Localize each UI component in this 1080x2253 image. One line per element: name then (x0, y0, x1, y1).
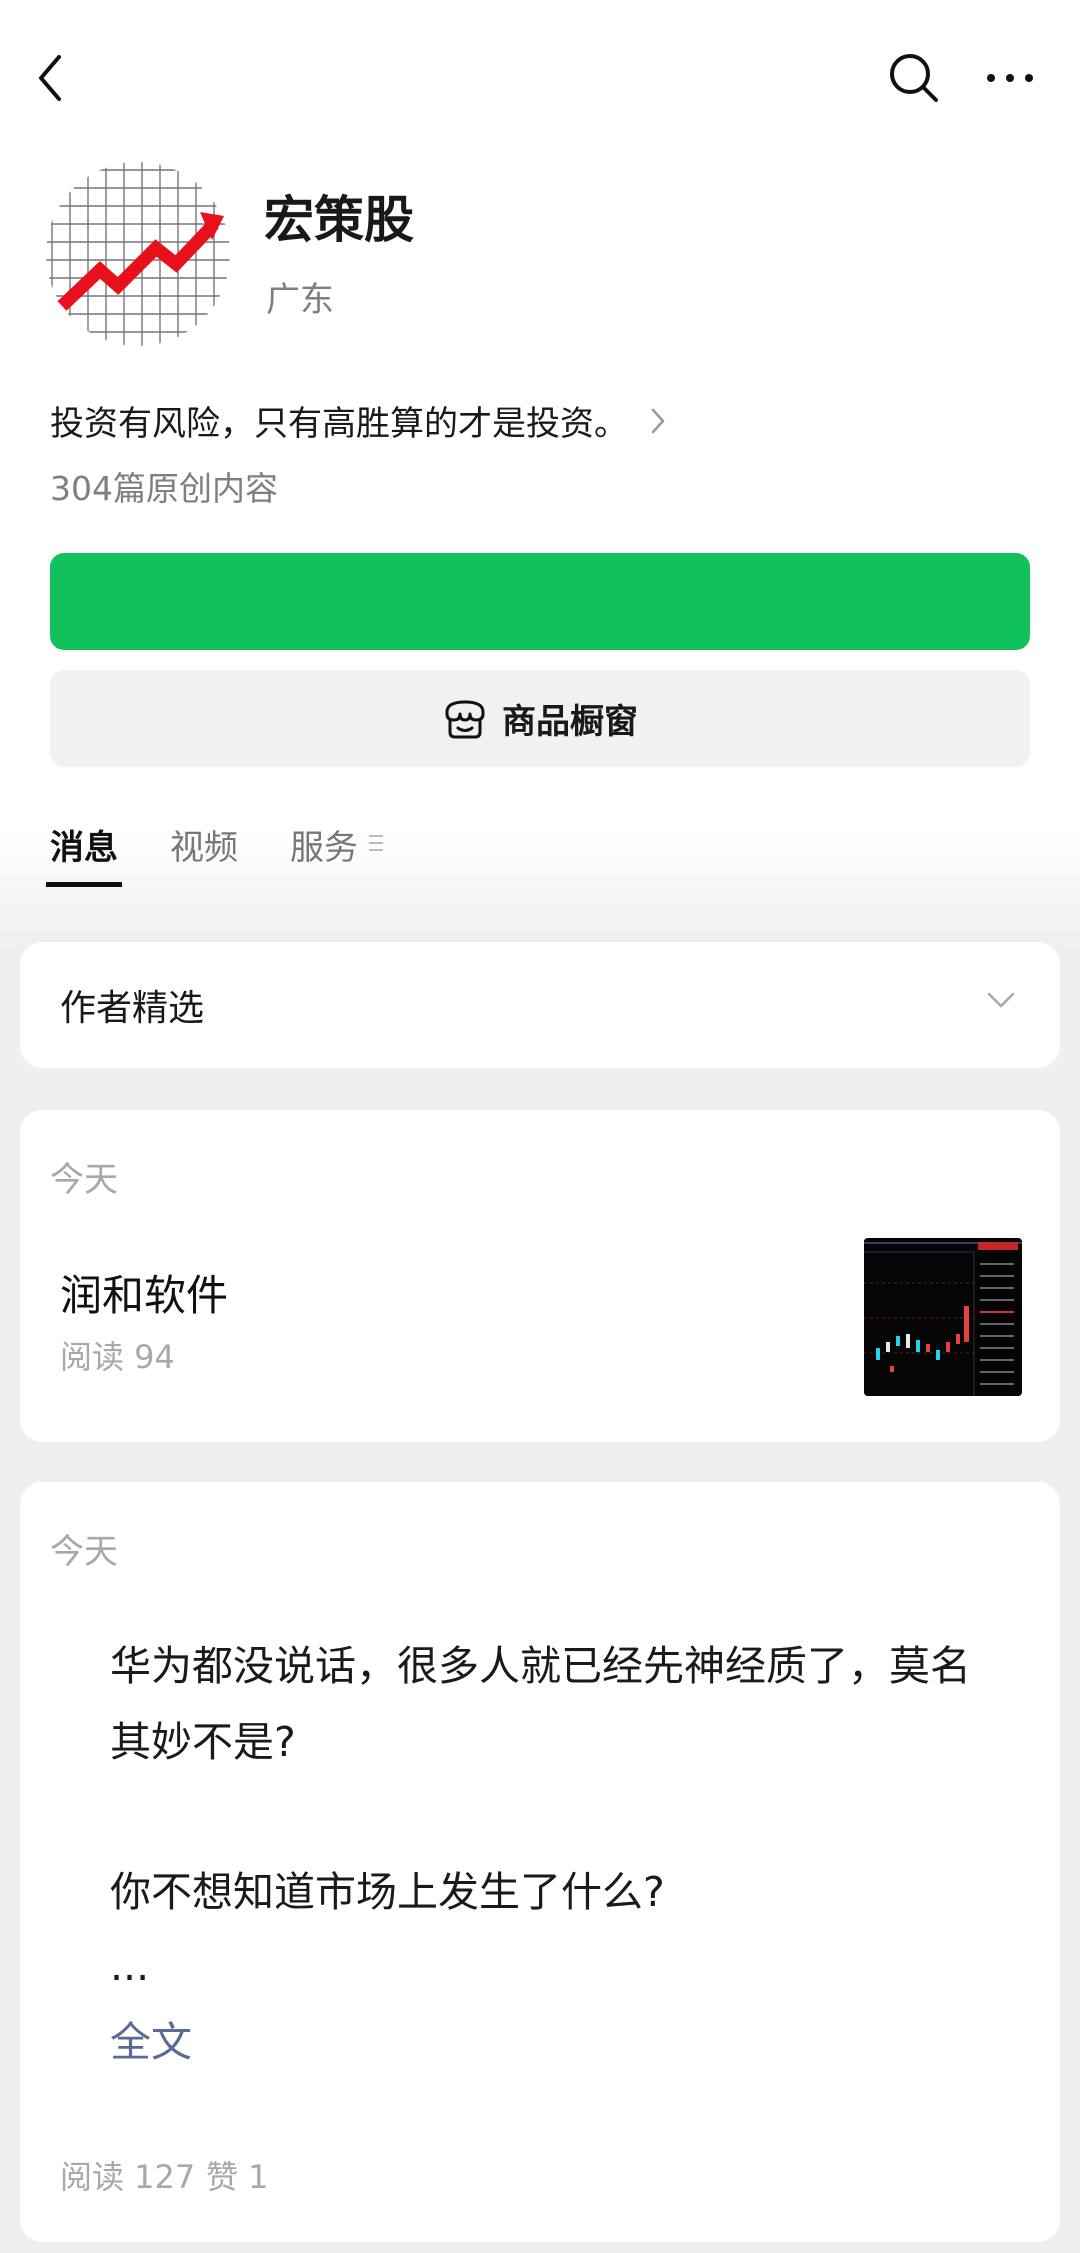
post-card[interactable]: 今天 华为都没说话，很多人就已经先神经质了，莫名 其妙不是? 你不想知道市场上发… (20, 1482, 1060, 2242)
post-text-line: 你不想知道市场上发生了什么? (110, 1868, 665, 1916)
post-date: 今天 (50, 1532, 118, 1572)
original-content-count[interactable]: 304篇原创内容 (50, 462, 278, 510)
top-bar (0, 0, 1080, 160)
article-thumbnail[interactable] (864, 1238, 1022, 1396)
chevron-right-icon (651, 408, 665, 433)
shop-icon (445, 700, 485, 738)
shop-window-label: 商品橱窗 (502, 702, 638, 742)
author-picks-label: 作者精选 (60, 988, 205, 1029)
chevron-left-icon (39, 55, 61, 101)
article-date: 今天 (50, 1160, 118, 1200)
post-like-count[interactable]: 赞 1 (206, 2152, 269, 2198)
shop-window-button[interactable]: 商品橱窗 (50, 670, 1030, 767)
tab-services[interactable]: 服务 (290, 820, 384, 887)
article-title[interactable]: 润和软件 (60, 1262, 228, 1323)
account-name: 宏策股 (264, 191, 414, 249)
search-button[interactable] (884, 48, 944, 108)
post-ellipsis: ... (110, 1942, 150, 1990)
more-dots-icon (987, 74, 1033, 82)
tab-videos[interactable]: 视频 (170, 820, 238, 887)
menu-lines-icon (369, 835, 383, 851)
post-text-line: 其妙不是? (110, 1718, 296, 1766)
article-read-count: 阅读 94 (60, 1338, 175, 1376)
stock-chart-thumbnail-icon (864, 1238, 1022, 1396)
article-card[interactable]: 今天 润和软件 阅读 94 (20, 1110, 1060, 1442)
post-read-count: 阅读 127 (60, 2158, 196, 2196)
post-text-line: 华为都没说话，很多人就已经先神经质了，莫名 (110, 1642, 971, 1690)
avatar[interactable] (38, 156, 238, 352)
search-icon (890, 54, 938, 102)
follow-button[interactable] (50, 553, 1030, 650)
full-text-link[interactable]: 全文 (110, 2008, 192, 2068)
account-region: 广东 (266, 280, 334, 320)
stock-chart-logo-icon (46, 162, 230, 346)
content-tabs: 消息 视频 服务 (46, 820, 436, 887)
bio-text: 投资有风险，只有高胜算的才是投资。 (50, 404, 628, 444)
account-bio[interactable]: 投资有风险，只有高胜算的才是投资。 (50, 396, 666, 445)
tab-services-label: 服务 (290, 828, 358, 868)
author-picks-card[interactable]: 作者精选 (20, 942, 1060, 1068)
more-button[interactable] (980, 48, 1040, 108)
back-button[interactable] (22, 48, 78, 108)
chevron-down-icon (987, 992, 1015, 1008)
tab-messages[interactable]: 消息 (46, 820, 122, 887)
